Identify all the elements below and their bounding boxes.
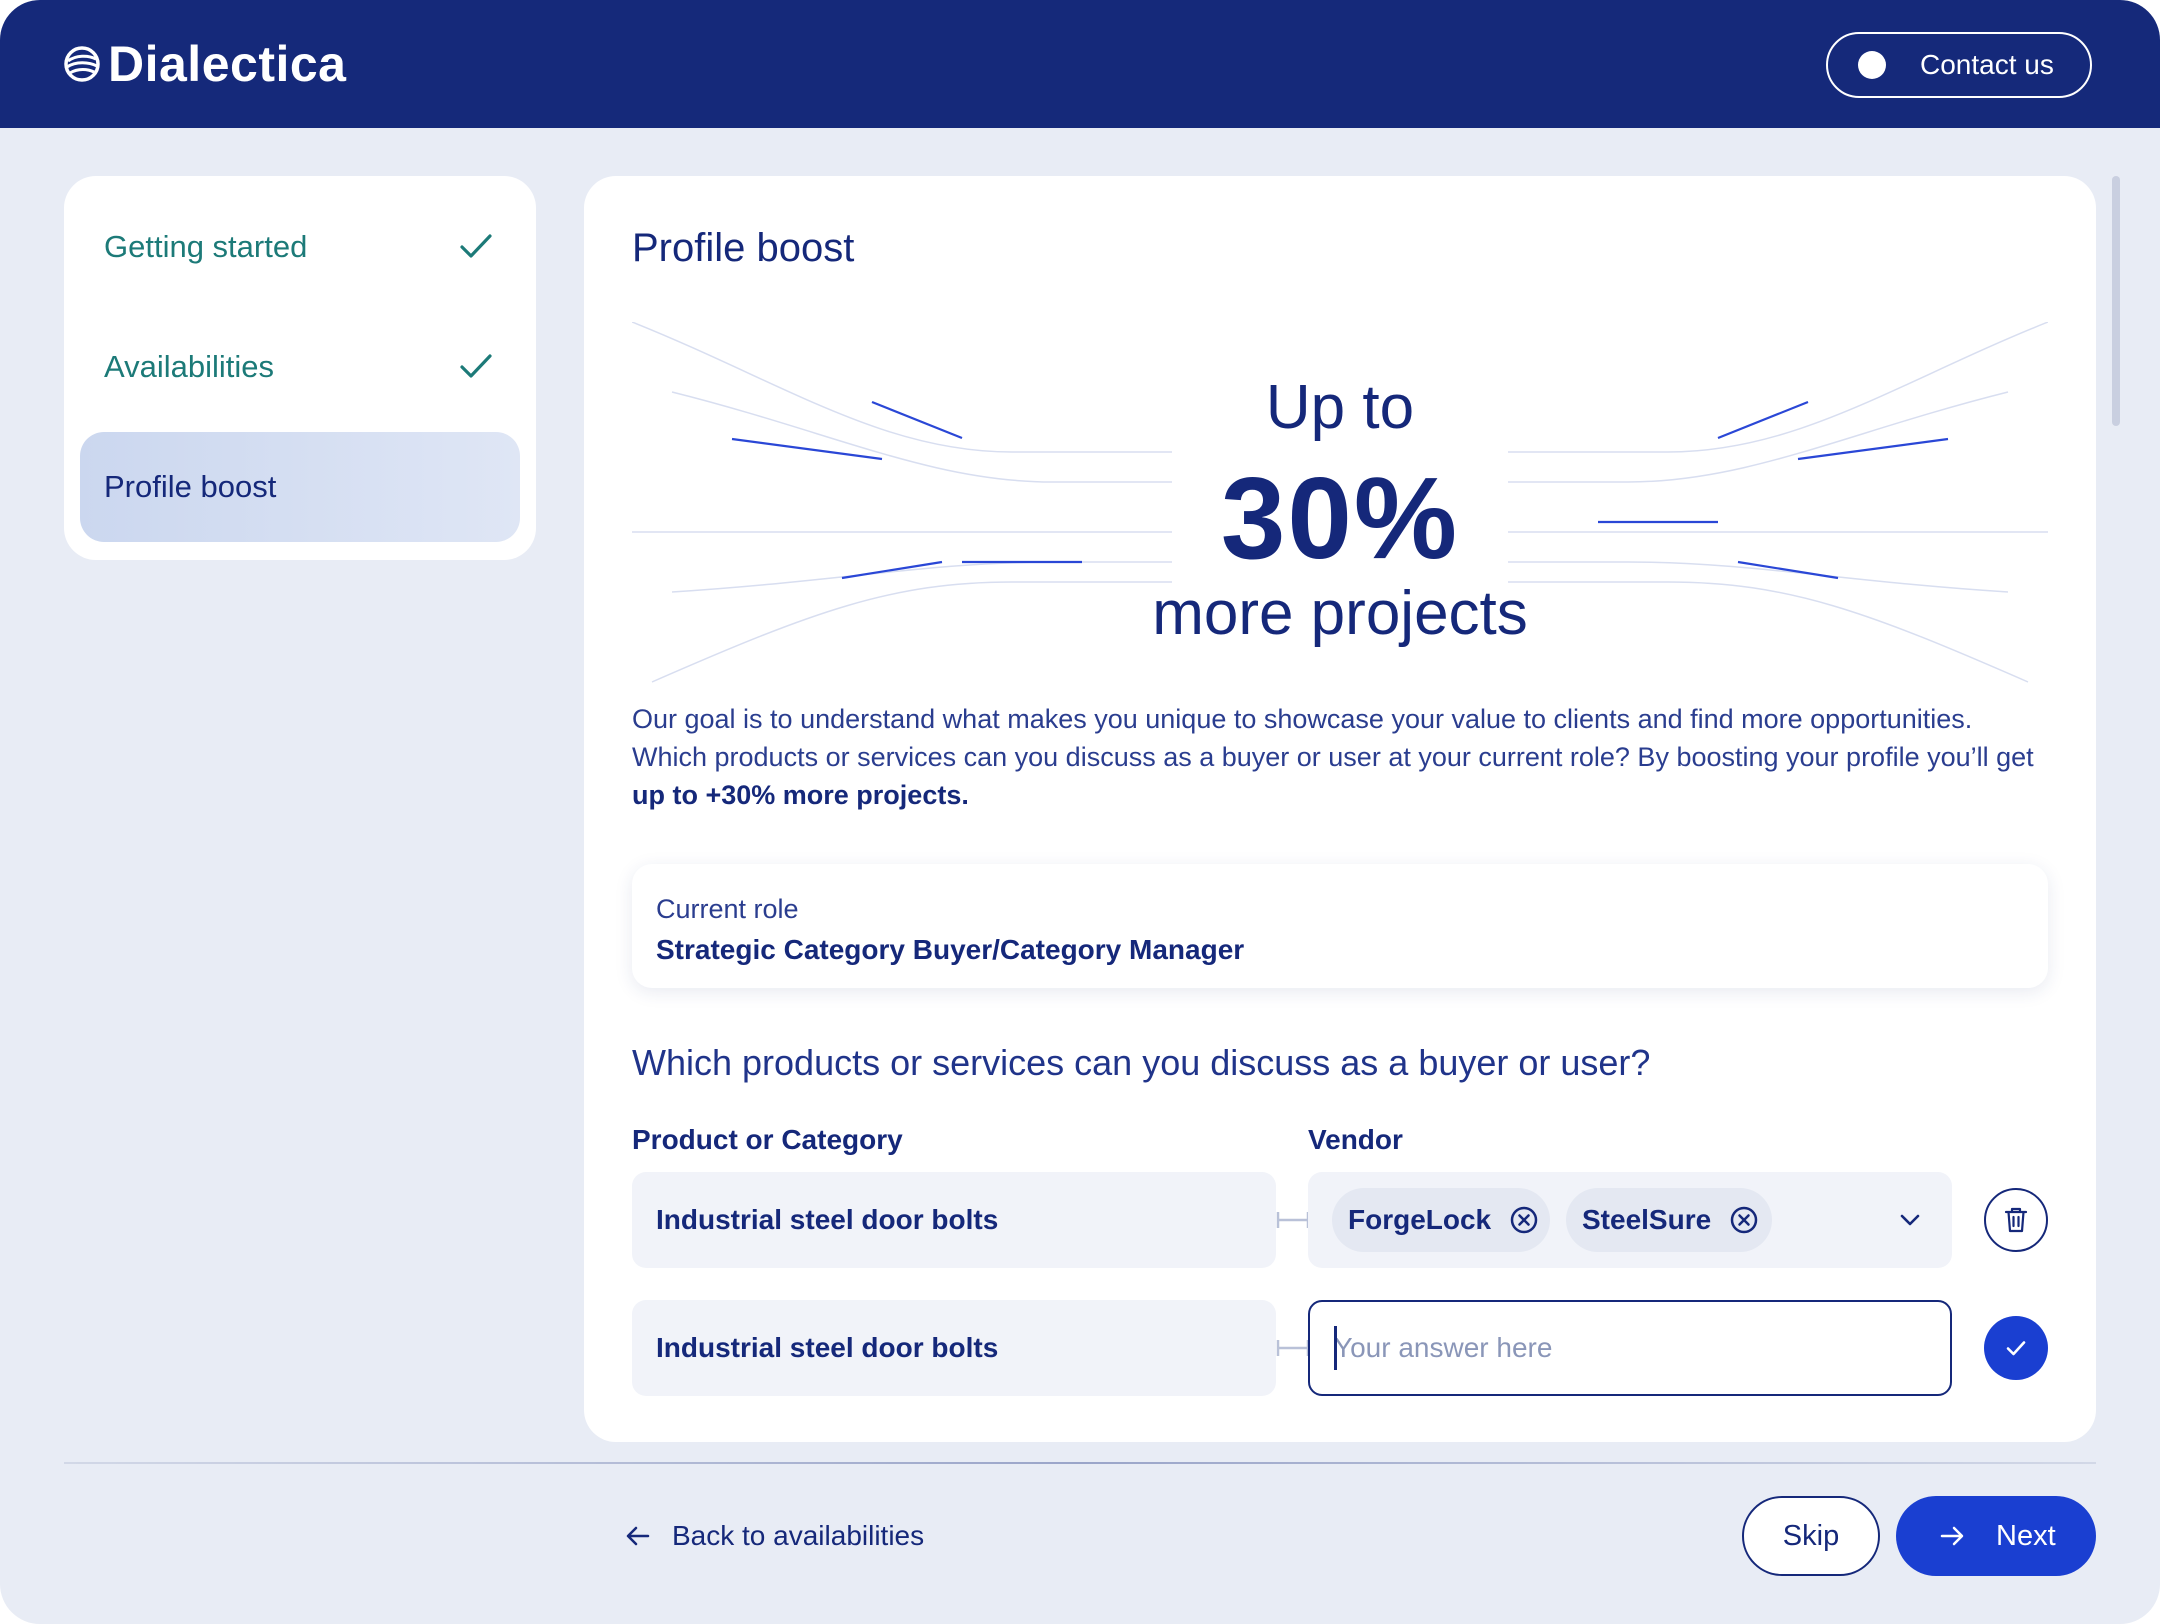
step-getting-started[interactable]: Getting started bbox=[80, 192, 520, 302]
product-field[interactable]: Industrial steel door bolts bbox=[632, 1300, 1276, 1396]
step-label: Profile boost bbox=[104, 469, 277, 504]
product-column-label: Product or Category bbox=[632, 1124, 903, 1155]
intro-paragraph: Our goal is to understand what makes you… bbox=[632, 700, 2052, 814]
product-field[interactable]: Industrial steel door bolts bbox=[632, 1172, 1276, 1268]
arrow-left-icon bbox=[626, 1526, 650, 1546]
globe-logo-icon bbox=[64, 46, 100, 82]
skip-button[interactable]: Skip bbox=[1742, 1496, 1880, 1576]
step-profile-boost[interactable]: Profile boost bbox=[80, 432, 520, 542]
check-icon bbox=[460, 354, 492, 378]
next-button[interactable]: Next bbox=[1896, 1496, 2096, 1576]
step-label: Availabilities bbox=[104, 349, 275, 384]
intro-text: Our goal is to understand what makes you… bbox=[632, 704, 2034, 772]
back-to-availabilities-link[interactable]: Back to availabilities bbox=[624, 1516, 924, 1556]
chevron-down-icon[interactable] bbox=[1898, 1208, 1922, 1232]
top-bar: Dialectica Contact us bbox=[0, 0, 2160, 128]
remove-chip-icon[interactable] bbox=[1509, 1205, 1539, 1235]
vendor-column-label: Vendor bbox=[1308, 1124, 1403, 1155]
back-label: Back to availabilities bbox=[672, 1520, 925, 1551]
current-role-value: Strategic Category Buyer/Category Manage… bbox=[656, 934, 1245, 965]
vendor-select[interactable]: ForgeLock SteelSure bbox=[1308, 1172, 1952, 1268]
hero-percent: 30% bbox=[1220, 453, 1460, 583]
text-caret bbox=[1334, 1326, 1337, 1370]
brand-logo[interactable]: Dialectica bbox=[62, 30, 346, 98]
step-availabilities[interactable]: Availabilities bbox=[80, 312, 520, 422]
page-title: Profile boost bbox=[632, 226, 855, 270]
scrollbar-thumb[interactable] bbox=[2112, 176, 2120, 426]
connector-icon bbox=[1276, 1212, 1310, 1228]
vendor-chip-label: SteelSure bbox=[1582, 1204, 1712, 1235]
current-role-box: Current role Strategic Category Buyer/Ca… bbox=[632, 864, 2048, 988]
check-icon bbox=[460, 234, 492, 258]
vendor-chip-label: ForgeLock bbox=[1348, 1204, 1492, 1235]
confirm-row-button[interactable] bbox=[1984, 1316, 2048, 1380]
contact-us-label: Contact us bbox=[1920, 49, 2054, 80]
profile-boost-card: Profile boost Up to 30% more projects Ou… bbox=[584, 176, 2096, 1442]
check-icon bbox=[2006, 1341, 2026, 1356]
status-dot-icon bbox=[1858, 51, 1886, 79]
contact-us-button[interactable]: Contact us bbox=[1826, 32, 2092, 98]
vendor-answer-input[interactable] bbox=[1308, 1300, 1952, 1396]
trash-icon bbox=[2004, 1207, 2028, 1233]
footer-divider bbox=[64, 1462, 2096, 1464]
step-label: Getting started bbox=[104, 229, 308, 264]
current-role-label: Current role bbox=[656, 894, 799, 924]
hero-line-upto: Up to bbox=[1265, 373, 1415, 442]
delete-row-button[interactable] bbox=[1984, 1188, 2048, 1252]
app-window: Dialectica Contact us Getting started Av… bbox=[0, 0, 2160, 1624]
vendor-chip: ForgeLock bbox=[1332, 1188, 1550, 1252]
products-question: Which products or services can you discu… bbox=[632, 1042, 1651, 1083]
arrow-right-icon bbox=[1940, 1526, 1964, 1546]
intro-emphasis: up to +30% more projects. bbox=[632, 780, 969, 810]
remove-chip-icon[interactable] bbox=[1729, 1205, 1759, 1235]
vendor-chip: SteelSure bbox=[1566, 1188, 1772, 1252]
hero-line-more-projects: more projects bbox=[1152, 579, 1528, 648]
next-label: Next bbox=[1996, 1519, 2056, 1552]
connector-icon bbox=[1276, 1340, 1310, 1356]
steps-sidebar: Getting started Availabilities Profile b… bbox=[64, 176, 536, 560]
brand-name: Dialectica bbox=[108, 36, 347, 92]
